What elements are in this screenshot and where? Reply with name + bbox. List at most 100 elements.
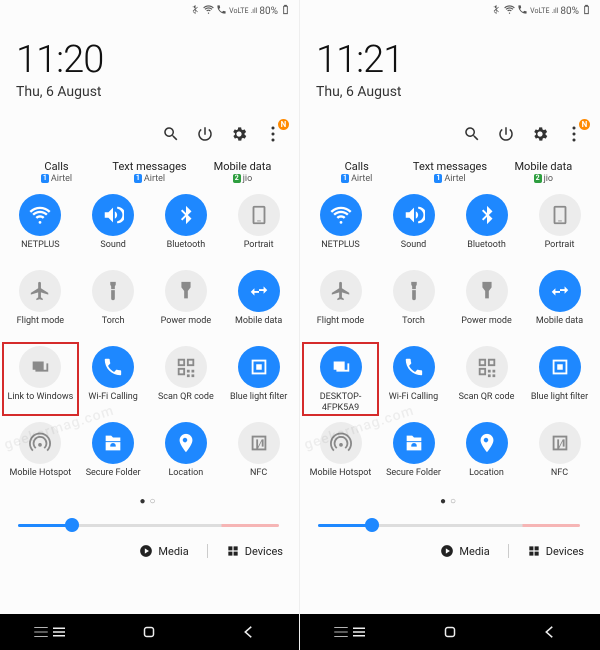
sim-title: Calls (310, 160, 403, 173)
tile-flight[interactable]: Flight mode (304, 268, 377, 342)
footer-row: Media Devices (300, 540, 600, 564)
tile-hotspot[interactable]: Mobile Hotspot (4, 420, 77, 494)
media-button[interactable]: Media (139, 544, 188, 558)
brightness-slider[interactable] (18, 517, 279, 533)
tile-label: Portrait (543, 240, 577, 251)
tile-label: Location (467, 468, 506, 479)
sim-card-selector[interactable]: Calls 1Airtel (10, 160, 103, 184)
tile-label: Wi-Fi Calling (387, 392, 440, 403)
more-button[interactable]: N (263, 124, 283, 144)
media-button[interactable]: Media (440, 544, 489, 558)
tile-mdata[interactable]: Mobile data (523, 268, 596, 342)
back-button[interactable] (229, 623, 269, 641)
search-button[interactable] (462, 124, 482, 144)
sim-card-selector[interactable]: Mobile data 2jio (497, 160, 590, 184)
sim-sub: 1Airtel (403, 174, 496, 184)
tile-label: Portrait (242, 240, 276, 251)
power-icon (165, 270, 207, 312)
tile-wificall[interactable]: Wi-Fi Calling (77, 344, 150, 418)
pager-dots[interactable]: ●○ (300, 494, 600, 511)
clock-date: Thu, 6 August (16, 84, 299, 100)
sim-card-selector[interactable]: Calls 1Airtel (310, 160, 403, 184)
sim-sub: 2jio (196, 174, 289, 184)
tile-mdata[interactable]: Mobile data (222, 268, 295, 342)
sim-row: Calls 1Airtel Text messages 1Airtel Mobi… (300, 154, 600, 186)
hotspot-icon (320, 422, 362, 464)
settings-button[interactable] (229, 124, 249, 144)
tile-label: Blue light filter (529, 392, 590, 403)
tile-portrait[interactable]: Portrait (222, 192, 295, 266)
tile-label: Blue light filter (228, 392, 289, 403)
settings-button[interactable] (530, 124, 550, 144)
tile-label: Link to Windows (5, 392, 75, 403)
flight-icon (320, 270, 362, 312)
tile-qr[interactable]: Scan QR code (150, 344, 223, 418)
quick-settings-pane: VoLTE .ıll 80% 11:20 Thu, 6 August N Cal… (0, 0, 300, 650)
tile-label: Flight mode (15, 316, 66, 327)
tile-wificall[interactable]: Wi-Fi Calling (377, 344, 450, 418)
sim-title: Mobile data (196, 160, 289, 173)
separator (207, 544, 208, 558)
tile-torch[interactable]: Torch (77, 268, 150, 342)
pager-dots[interactable]: ●○ (0, 494, 299, 511)
tile-securefolder[interactable]: Secure Folder (77, 420, 150, 494)
brightness-slider[interactable] (318, 517, 580, 533)
battery-label: 80% (560, 6, 579, 17)
tile-location[interactable]: Location (150, 420, 223, 494)
home-button[interactable] (129, 623, 169, 641)
brightness-row (300, 511, 600, 540)
tile-flight[interactable]: Flight mode (4, 268, 77, 342)
tile-label: Mobile data (233, 316, 284, 327)
devices-button[interactable]: Devices (527, 544, 584, 558)
sim-card-selector[interactable]: Text messages 1Airtel (403, 160, 496, 184)
tile-label: NETPLUS (319, 240, 361, 251)
volte-label: VoLTE (229, 8, 248, 15)
power-button[interactable] (195, 124, 215, 144)
search-button[interactable] (161, 124, 181, 144)
sim-card-selector[interactable]: Text messages 1Airtel (103, 160, 196, 184)
tile-wifi[interactable]: NETPLUS (304, 192, 377, 266)
tile-torch[interactable]: Torch (377, 268, 450, 342)
tile-bluefilter[interactable]: Blue light filter (222, 344, 295, 418)
recents-button[interactable] (30, 623, 70, 641)
separator (508, 544, 509, 558)
tile-label: Power mode (459, 316, 513, 327)
tile-qr[interactable]: Scan QR code (450, 344, 523, 418)
tile-sound[interactable]: Sound (77, 192, 150, 266)
clock-date: Thu, 6 August (316, 84, 600, 100)
link-icon (19, 346, 61, 388)
securefolder-icon (393, 422, 435, 464)
power-button[interactable] (496, 124, 516, 144)
clock-time: 11:20 (16, 38, 299, 82)
tile-sound[interactable]: Sound (377, 192, 450, 266)
tile-location[interactable]: Location (450, 420, 523, 494)
tile-nfc[interactable]: NFC (523, 420, 596, 494)
tile-link[interactable]: DESKTOP-4FPK5A9 (304, 344, 377, 418)
tile-power[interactable]: Power mode (150, 268, 223, 342)
nav-bar (300, 614, 600, 650)
wificall-icon (92, 346, 134, 388)
recents-button[interactable] (330, 623, 370, 641)
call-status-icon (517, 4, 528, 18)
back-button[interactable] (530, 623, 570, 641)
battery-icon (280, 4, 291, 18)
tile-portrait[interactable]: Portrait (523, 192, 596, 266)
sim-card-selector[interactable]: Mobile data 2jio (196, 160, 289, 184)
tile-wifi[interactable]: NETPLUS (4, 192, 77, 266)
tile-bluetooth[interactable]: Bluetooth (150, 192, 223, 266)
nfc-icon (539, 422, 581, 464)
tile-power[interactable]: Power mode (450, 268, 523, 342)
tile-nfc[interactable]: NFC (222, 420, 295, 494)
tile-securefolder[interactable]: Secure Folder (377, 420, 450, 494)
tile-bluefilter[interactable]: Blue light filter (523, 344, 596, 418)
tile-link[interactable]: Link to Windows (4, 344, 77, 418)
tile-label: Bluetooth (165, 240, 208, 251)
devices-button[interactable]: Devices (226, 544, 283, 558)
sim-title: Calls (10, 160, 103, 173)
tile-label: Mobile Hotspot (8, 468, 74, 479)
more-button[interactable]: N (564, 124, 584, 144)
home-button[interactable] (430, 623, 470, 641)
tile-hotspot[interactable]: Mobile Hotspot (304, 420, 377, 494)
hotspot-icon (19, 422, 61, 464)
tile-bluetooth[interactable]: Bluetooth (450, 192, 523, 266)
